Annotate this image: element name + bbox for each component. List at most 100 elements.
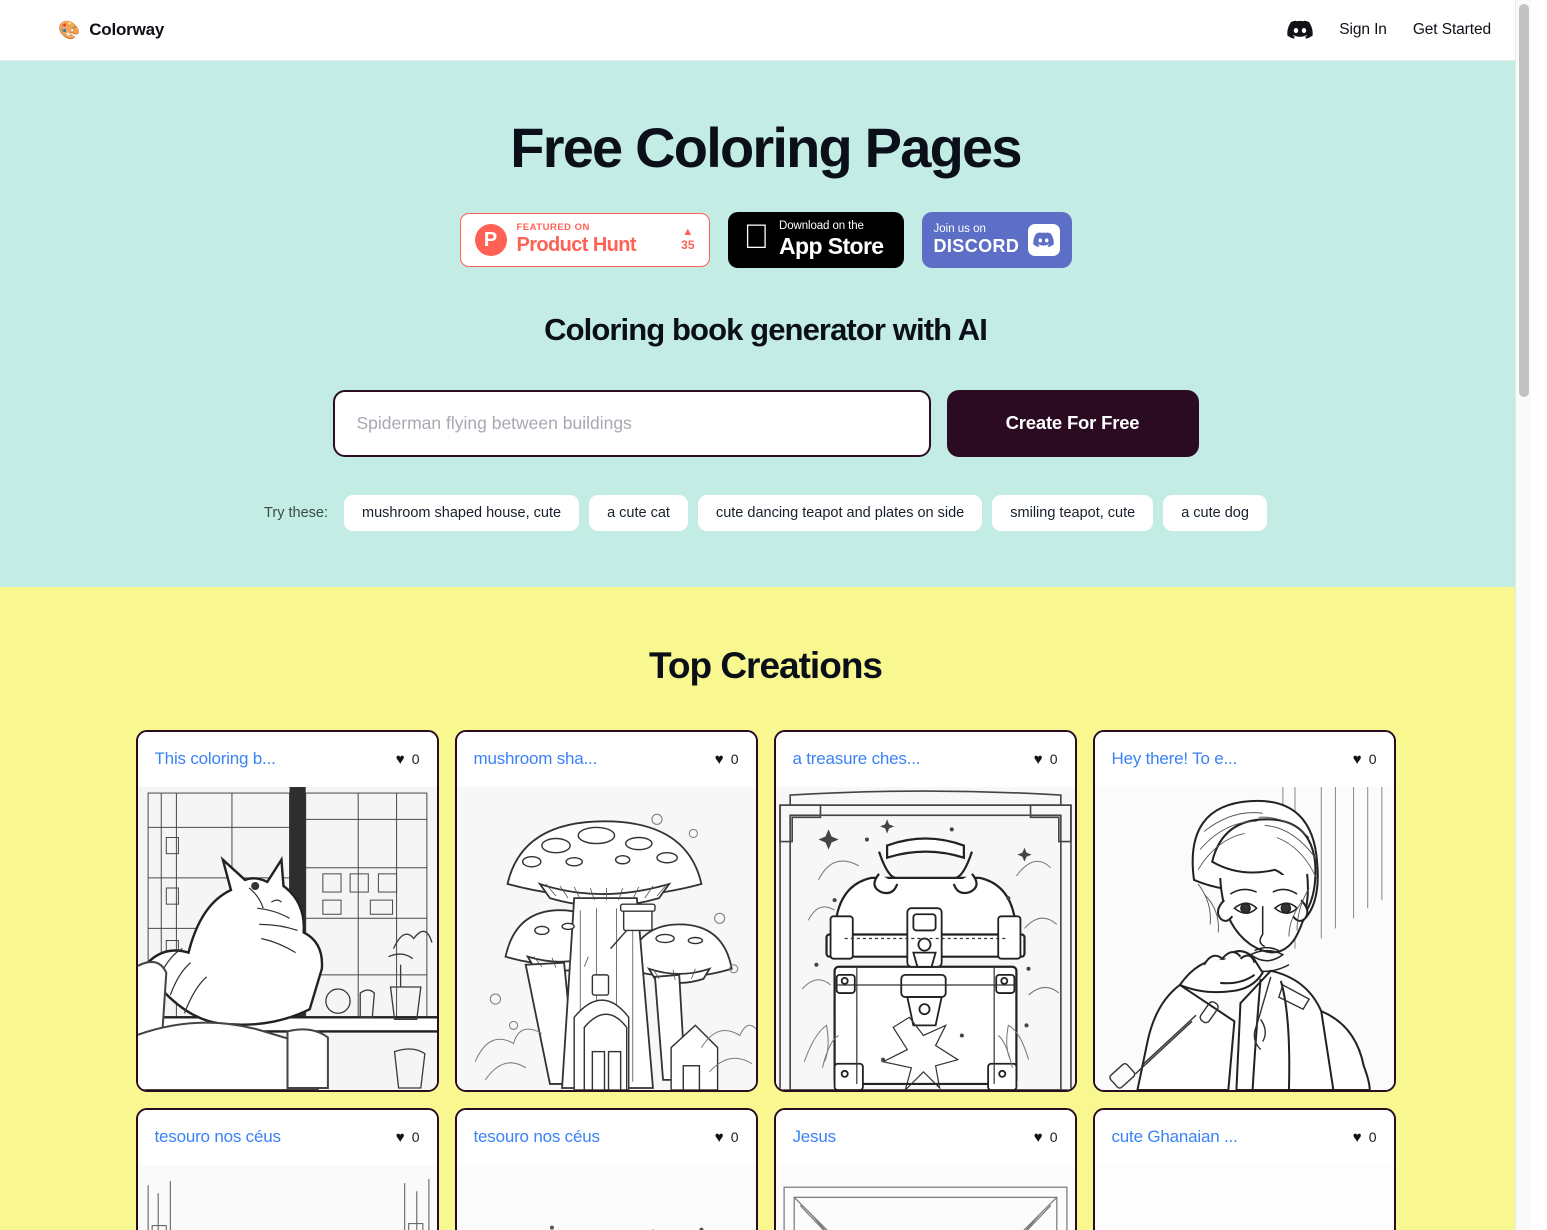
like-group[interactable]: ♥ 0 xyxy=(715,1129,739,1145)
heart-icon[interactable]: ♥ xyxy=(396,1130,405,1145)
creation-card[interactable]: tesouro nos céus ♥ 0 xyxy=(135,1107,439,1230)
suggestion-chip[interactable]: a cute dog xyxy=(1163,494,1267,531)
card-header: mushroom sha... ♥ 0 xyxy=(456,731,756,787)
discord-badge-text: Join us on DISCORD xyxy=(934,223,1020,257)
apple-icon:  xyxy=(744,220,770,254)
product-hunt-text: FEATURED ON Product Hunt xyxy=(516,222,668,256)
card-artwork-dome-arch xyxy=(137,1164,437,1230)
card-artwork-woman-portrait xyxy=(1094,786,1394,1090)
like-group[interactable]: ♥ 0 xyxy=(1034,751,1058,767)
like-count: 0 xyxy=(1368,1129,1377,1146)
card-title[interactable]: cute Ghanaian ... xyxy=(1112,1127,1238,1147)
card-header: cute Ghanaian ... ♥ 0 xyxy=(1094,1109,1394,1165)
product-hunt-icon: P xyxy=(474,223,507,256)
card-header: tesouro nos céus ♥ 0 xyxy=(456,1109,756,1165)
product-hunt-badge[interactable]: P FEATURED ON Product Hunt ▲ 35 xyxy=(459,212,710,267)
creation-card[interactable]: tesouro nos céus ♥ 0 xyxy=(454,1107,758,1230)
like-group[interactable]: ♥ 0 xyxy=(396,751,420,767)
card-header: This coloring b... ♥ 0 xyxy=(137,731,437,787)
hero-subtitle: Coloring book generator with AI xyxy=(544,311,988,347)
suggestion-chip[interactable]: cute dancing teapot and plates on side xyxy=(697,494,983,531)
app-store-badge[interactable]:  Download on the App Store xyxy=(727,211,904,268)
card-header: a treasure ches... ♥ 0 xyxy=(775,731,1075,787)
card-artwork-jesus-arch xyxy=(775,1164,1075,1230)
heart-icon[interactable]: ♥ xyxy=(715,1130,724,1145)
like-count: 0 xyxy=(411,751,420,768)
like-group[interactable]: ♥ 0 xyxy=(1353,1129,1377,1145)
heart-icon[interactable]: ♥ xyxy=(396,752,405,767)
card-header: tesouro nos céus ♥ 0 xyxy=(137,1109,437,1165)
palette-icon: 🎨 xyxy=(58,20,81,40)
card-title[interactable]: mushroom sha... xyxy=(474,749,598,769)
card-title[interactable]: tesouro nos céus xyxy=(155,1127,281,1147)
nav-actions: Sign In Get Started xyxy=(1287,20,1491,40)
sign-in-link[interactable]: Sign In xyxy=(1339,21,1387,39)
card-title[interactable]: tesouro nos céus xyxy=(474,1127,600,1147)
like-group[interactable]: ♥ 0 xyxy=(715,751,739,767)
card-artwork-mushroom-house xyxy=(456,786,756,1090)
top-navbar: 🎨 Colorway Sign In Get Started xyxy=(0,0,1531,61)
prompt-row: Create For Free xyxy=(0,389,1531,457)
discord-big-line: DISCORD xyxy=(933,235,1020,256)
card-artwork-treasure-chest xyxy=(775,786,1075,1090)
like-count: 0 xyxy=(730,751,739,768)
brand-name: Colorway xyxy=(89,20,165,39)
card-title[interactable]: Jesus xyxy=(793,1127,836,1147)
creation-card[interactable]: a treasure ches... ♥ 0 xyxy=(773,729,1077,1092)
discord-badge-icon xyxy=(1027,223,1060,256)
upvote-count: 35 xyxy=(681,238,695,253)
creation-card[interactable]: Hey there! To e... ♥ 0 xyxy=(1092,729,1396,1092)
try-these-row: Try these: mushroom shaped house, cute a… xyxy=(0,494,1531,531)
try-these-label: Try these: xyxy=(264,504,328,521)
creation-card[interactable]: cute Ghanaian ... ♥ 0 xyxy=(1092,1107,1396,1230)
card-header: Hey there! To e... ♥ 0 xyxy=(1094,731,1394,787)
page-root: 🎨 Colorway Sign In Get Started Free Colo… xyxy=(0,0,1531,1230)
product-hunt-name: Product Hunt xyxy=(516,233,637,256)
like-count: 0 xyxy=(1049,751,1058,768)
create-for-free-button[interactable]: Create For Free xyxy=(946,389,1199,457)
like-group[interactable]: ♥ 0 xyxy=(1034,1129,1058,1145)
card-title[interactable]: a treasure ches... xyxy=(793,749,921,769)
heart-icon[interactable]: ♥ xyxy=(1353,752,1362,767)
get-started-link[interactable]: Get Started xyxy=(1413,21,1491,39)
suggestion-chip[interactable]: smiling teapot, cute xyxy=(992,494,1154,531)
like-count: 0 xyxy=(411,1129,420,1146)
card-title[interactable]: Hey there! To e... xyxy=(1112,749,1238,769)
like-group[interactable]: ♥ 0 xyxy=(396,1129,420,1145)
product-hunt-upvotes: ▲ 35 xyxy=(677,226,695,253)
prompt-input[interactable] xyxy=(332,389,931,457)
page-title: Free Coloring Pages xyxy=(510,116,1022,179)
heart-icon[interactable]: ♥ xyxy=(1034,1130,1043,1145)
like-count: 0 xyxy=(1049,1129,1058,1146)
discord-icon[interactable] xyxy=(1287,20,1313,40)
like-count: 0 xyxy=(730,1129,739,1146)
badge-row: P FEATURED ON Product Hunt ▲ 35  Downlo… xyxy=(0,211,1531,268)
creation-card[interactable]: mushroom sha... ♥ 0 xyxy=(454,729,758,1092)
upvote-arrow-icon: ▲ xyxy=(682,226,694,239)
card-header: Jesus ♥ 0 xyxy=(775,1109,1075,1165)
scrollbar-thumb[interactable] xyxy=(1519,4,1529,397)
app-store-big-line: App Store xyxy=(753,233,884,260)
like-group[interactable]: ♥ 0 xyxy=(1353,751,1377,767)
card-artwork-sky-treasure xyxy=(456,1164,756,1230)
card-artwork-cat-window xyxy=(137,786,437,1090)
hero-section: Free Coloring Pages P FEATURED ON Produc… xyxy=(0,61,1531,587)
creation-card[interactable]: This coloring b... ♥ 0 xyxy=(135,729,439,1092)
suggestion-chip[interactable]: mushroom shaped house, cute xyxy=(343,494,580,531)
creations-grid: This coloring b... ♥ 0 mushroom sha... ♥… xyxy=(0,729,1531,1230)
heart-icon[interactable]: ♥ xyxy=(1034,752,1043,767)
app-store-small-line: Download on the xyxy=(753,220,864,233)
like-count: 0 xyxy=(1368,751,1377,768)
brand-logo[interactable]: 🎨 Colorway xyxy=(58,20,164,40)
discord-small-line: Join us on xyxy=(933,223,986,235)
discord-badge[interactable]: Join us on DISCORD xyxy=(921,211,1072,268)
vertical-scrollbar[interactable] xyxy=(1515,0,1531,1230)
app-store-text: Download on the App Store xyxy=(779,220,884,259)
heart-icon[interactable]: ♥ xyxy=(715,752,724,767)
suggestion-chip[interactable]: a cute cat xyxy=(589,494,688,531)
card-title[interactable]: This coloring b... xyxy=(155,749,276,769)
card-artwork-ghanaian-hair xyxy=(1094,1164,1394,1230)
heart-icon[interactable]: ♥ xyxy=(1353,1130,1362,1145)
top-creations-section: Top Creations This coloring b... ♥ 0 mus… xyxy=(0,586,1531,1230)
creation-card[interactable]: Jesus ♥ 0 xyxy=(773,1107,1077,1230)
